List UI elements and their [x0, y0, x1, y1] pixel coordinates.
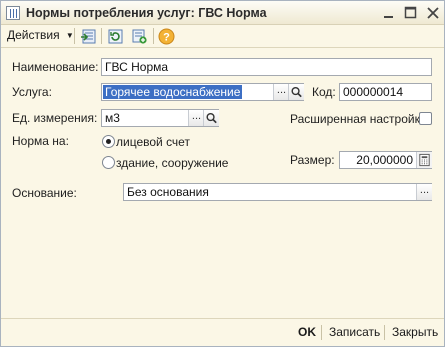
close-button[interactable]: Закрыть: [392, 325, 438, 339]
search-icon[interactable]: [203, 110, 219, 126]
size-field[interactable]: 20,000000: [339, 151, 432, 169]
calculator-icon[interactable]: [416, 152, 432, 168]
ok-button[interactable]: OK: [298, 325, 316, 339]
minimize-icon[interactable]: [381, 5, 397, 21]
toolbar: Действия ▼ ?: [1, 25, 444, 47]
name-value: ГВС Норма: [105, 60, 169, 74]
table-icon: [6, 6, 20, 20]
unit-value: м3: [105, 111, 120, 125]
advanced-settings-label: Расширенная настройка: [290, 112, 427, 126]
search-icon[interactable]: [288, 84, 304, 100]
dialog-window: Нормы потребления услуг: ГВС Норма Дейст…: [0, 0, 445, 347]
footer-separator: [384, 325, 385, 340]
maximize-icon[interactable]: [403, 5, 419, 21]
advanced-settings-checkbox[interactable]: [419, 112, 432, 125]
size-value: 20,000000: [356, 153, 413, 167]
window-title: Нормы потребления услуг: ГВС Норма: [26, 6, 267, 20]
service-select-button[interactable]: ...: [273, 84, 289, 100]
basis-value: Без основания: [127, 185, 209, 199]
name-field[interactable]: ГВС Норма: [101, 58, 432, 76]
actions-label: Действия: [7, 28, 60, 42]
toolbar-separator: [74, 28, 75, 44]
svg-text:?: ?: [163, 32, 170, 44]
code-label: Код:: [312, 85, 336, 99]
toolbar-separator: [101, 28, 102, 44]
size-label: Размер:: [290, 153, 335, 167]
title-bar[interactable]: Нормы потребления услуг: ГВС Норма: [1, 1, 444, 25]
radio-personal-account-label[interactable]: лицевой счет: [116, 135, 190, 149]
radio-personal-account[interactable]: [102, 135, 115, 148]
footer-divider: [1, 318, 444, 319]
radio-building[interactable]: [102, 156, 115, 169]
help-icon[interactable]: ?: [158, 28, 175, 45]
save-button[interactable]: Записать: [329, 325, 380, 339]
basis-select-button[interactable]: ...: [416, 184, 432, 200]
move-in-icon[interactable]: [80, 28, 97, 45]
basis-label: Основание:: [12, 186, 77, 200]
unit-label: Ед. измерения:: [12, 111, 98, 125]
copy-icon[interactable]: [131, 28, 148, 45]
refresh-icon[interactable]: [107, 28, 124, 45]
actions-menu[interactable]: Действия ▼: [7, 28, 74, 42]
norm-label: Норма на:: [12, 134, 69, 148]
service-label: Услуга:: [12, 85, 52, 99]
code-field[interactable]: 000000014: [339, 83, 432, 101]
basis-field[interactable]: Без основания ...: [123, 183, 432, 201]
toolbar-divider: [1, 47, 444, 48]
radio-building-label[interactable]: здание, сооружение: [116, 156, 228, 170]
footer-separator: [321, 325, 322, 340]
service-field[interactable]: Горячее водоснабжение ...: [101, 83, 304, 101]
close-icon[interactable]: [425, 5, 441, 21]
dropdown-arrow-icon: ▼: [65, 31, 74, 40]
toolbar-separator: [153, 28, 154, 44]
service-value: Горячее водоснабжение: [103, 85, 243, 99]
unit-select-button[interactable]: ...: [188, 110, 204, 126]
unit-field[interactable]: м3 ...: [101, 109, 219, 127]
name-label: Наименование:: [12, 60, 99, 74]
code-value: 000000014: [343, 85, 404, 99]
